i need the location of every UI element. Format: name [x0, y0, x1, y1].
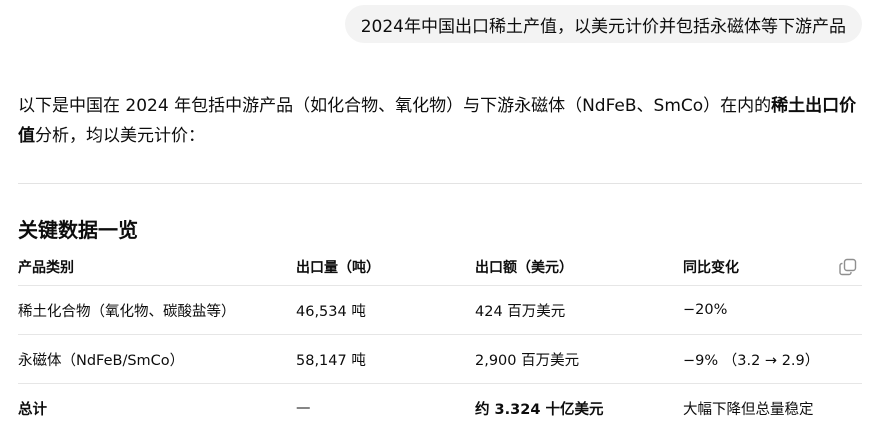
table-row: 稀土化合物（氧化物、碳酸盐等） 46,534 吨 424 百万美元 −20% — [18, 286, 862, 335]
header-yoy: 同比变化 — [683, 260, 739, 276]
cell-total-value: 约 3.324 十亿美元 — [475, 401, 604, 418]
cell-volume: 46,534 吨 — [296, 303, 366, 320]
header-value: 出口额（美元） — [475, 260, 573, 276]
header-volume: 出口量（吨） — [296, 260, 380, 276]
cell-category: 永磁体（NdFeB/SmCo） — [18, 352, 185, 369]
intro-text: 以下是中国在 2024 年包括中游产品（如化合物、氧化物）与下游永磁体（NdFe… — [18, 96, 772, 116]
cell-total-volume: — — [296, 400, 311, 416]
chat-page: 2024年中国出口稀土产值，以美元计价并包括永磁体等下游产品 以下是中国在 20… — [0, 0, 879, 432]
copy-icon[interactable] — [838, 257, 858, 277]
cell-yoy: −9% （3.2 → 2.9） — [683, 352, 820, 369]
cell-total-yoy: 大幅下降但总量稳定 — [683, 401, 814, 418]
cell-value: 424 百万美元 — [475, 303, 566, 320]
intro-text-end: 分析，均以美元计价： — [35, 126, 205, 146]
assistant-intro-paragraph: 以下是中国在 2024 年包括中游产品（如化合物、氧化物）与下游永磁体（NdFe… — [18, 91, 868, 151]
cell-yoy: −20% — [683, 302, 728, 318]
user-message-text: 2024年中国出口稀土产值，以美元计价并包括永磁体等下游产品 — [360, 16, 846, 37]
cell-total-label: 总计 — [18, 401, 47, 418]
cell-value: 2,900 百万美元 — [475, 352, 580, 369]
table-total-row: 总计 — 约 3.324 十亿美元 大幅下降但总量稳定 — [18, 384, 862, 432]
cell-category: 稀土化合物（氧化物、碳酸盐等） — [18, 303, 236, 320]
header-category: 产品类别 — [18, 260, 74, 276]
data-table: 产品类别 出口量（吨） 出口额（美元） 同比变化 稀土化合物（氧化物、碳酸盐等）… — [18, 249, 862, 432]
section-divider — [18, 183, 862, 184]
table-row: 永磁体（NdFeB/SmCo） 58,147 吨 2,900 百万美元 −9% … — [18, 335, 862, 384]
table-header-row: 产品类别 出口量（吨） 出口额（美元） 同比变化 — [18, 249, 862, 286]
section-title: 关键数据一览 — [18, 218, 138, 242]
cell-volume: 58,147 吨 — [296, 352, 366, 369]
user-message-bubble: 2024年中国出口稀土产值，以美元计价并包括永磁体等下游产品 — [344, 5, 862, 43]
